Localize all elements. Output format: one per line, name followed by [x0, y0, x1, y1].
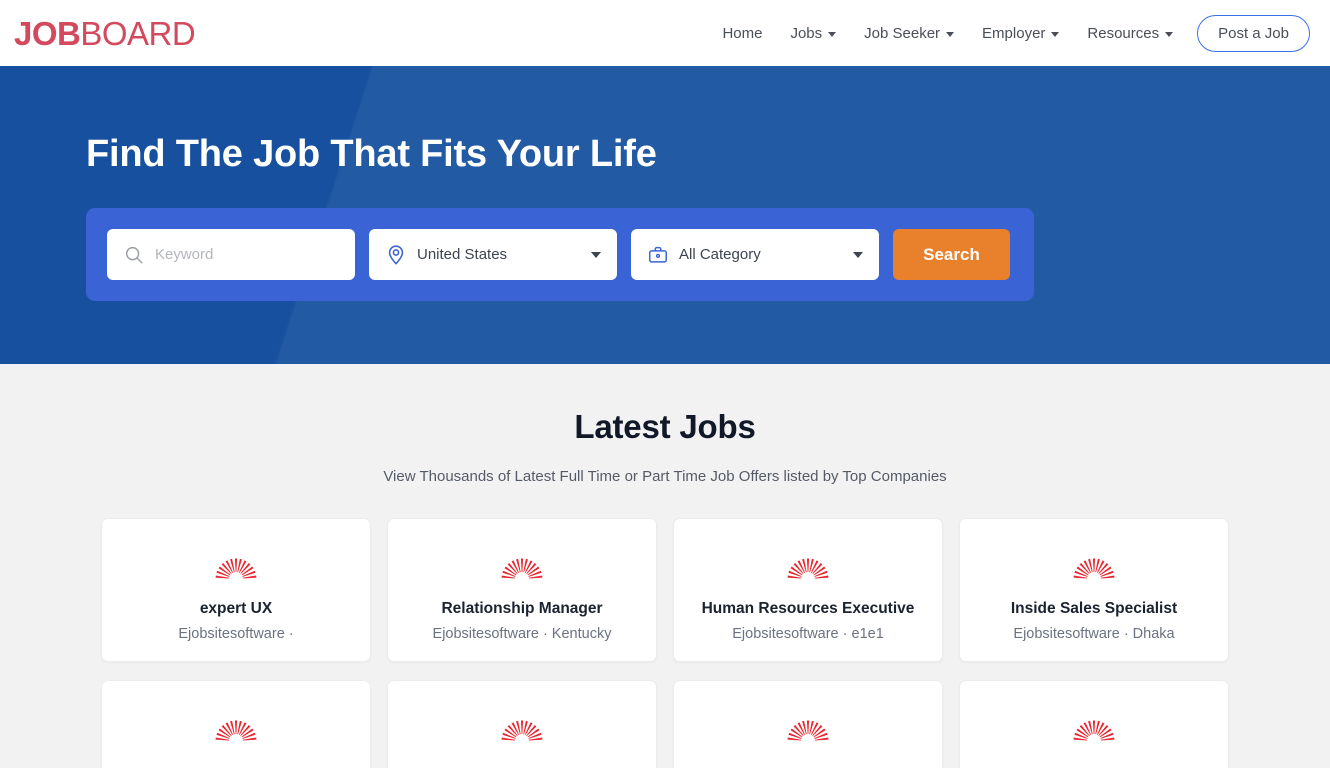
search-button[interactable]: Search	[893, 229, 1010, 280]
nav-item-home[interactable]: Home	[708, 17, 776, 50]
map-pin-icon	[383, 242, 409, 268]
search-keyword-input[interactable]: Keyword	[155, 246, 213, 263]
job-search-panel: Keyword United States All Category Searc…	[86, 208, 1034, 301]
red-fan-logo-icon	[786, 714, 830, 746]
job-card[interactable]	[387, 680, 657, 768]
job-card-meta: Ejobsitesoftware · Kentucky	[432, 626, 612, 642]
nav-label-job-seeker: Job Seeker	[864, 24, 941, 42]
red-fan-logo-icon	[1072, 714, 1116, 746]
logo-text-light: BOARD	[80, 14, 196, 52]
site-header: JOB BOARD Home Jobs Job Seeker Employer R…	[0, 0, 1330, 66]
job-card[interactable]: Relationship Manager Ejobsitesoftware · …	[387, 518, 657, 662]
job-card[interactable]	[673, 680, 943, 768]
search-category-select[interactable]: All Category	[631, 229, 879, 280]
job-card[interactable]: Inside Sales Specialist Ejobsitesoftware…	[959, 518, 1229, 662]
hero-title: Find The Job That Fits Your Life	[86, 133, 657, 175]
job-card[interactable]	[959, 680, 1229, 768]
job-card-title: Inside Sales Specialist	[1010, 600, 1178, 617]
red-fan-logo-icon	[500, 714, 544, 746]
latest-jobs-section: Latest Jobs View Thousands of Latest Ful…	[0, 364, 1330, 768]
chevron-down-icon	[828, 31, 837, 37]
search-location-select[interactable]: United States	[369, 229, 617, 280]
nav-item-employer[interactable]: Employer	[968, 17, 1073, 50]
job-card-title: Human Resources Executive	[701, 600, 915, 617]
job-card[interactable]: expert UX Ejobsitesoftware ·	[101, 518, 371, 662]
post-a-job-button[interactable]: Post a Job	[1197, 14, 1310, 52]
red-fan-logo-icon	[1072, 552, 1116, 584]
nav-item-job-seeker[interactable]: Job Seeker	[850, 17, 968, 50]
nav-item-resources[interactable]: Resources	[1073, 17, 1187, 50]
red-fan-logo-icon	[786, 552, 830, 584]
chevron-down-icon	[946, 31, 955, 37]
chevron-down-icon	[1165, 31, 1174, 37]
nav-label-resources: Resources	[1087, 24, 1160, 42]
search-category-value: All Category	[679, 246, 761, 263]
latest-jobs-subtitle: View Thousands of Latest Full Time or Pa…	[383, 468, 947, 485]
site-logo[interactable]: JOB BOARD	[14, 14, 196, 52]
latest-jobs-title: Latest Jobs	[574, 408, 756, 445]
nav-label-employer: Employer	[982, 24, 1046, 42]
job-card-title: expert UX	[199, 600, 273, 617]
red-fan-logo-icon	[214, 552, 258, 584]
main-navigation: Home Jobs Job Seeker Employer Resources …	[708, 14, 1310, 52]
job-card[interactable]: Human Resources Executive Ejobsitesoftwa…	[673, 518, 943, 662]
nav-item-jobs[interactable]: Jobs	[776, 17, 850, 50]
chevron-down-icon	[591, 251, 601, 258]
job-card[interactable]	[101, 680, 371, 768]
red-fan-logo-icon	[500, 552, 544, 584]
job-card-title: Relationship Manager	[441, 600, 603, 617]
job-cards-grid: expert UX Ejobsitesoftware · Relationshi…	[101, 518, 1229, 768]
nav-label-home: Home	[722, 24, 763, 42]
chevron-down-icon	[1051, 31, 1060, 37]
search-location-value: United States	[417, 246, 508, 263]
briefcase-icon	[645, 242, 671, 268]
job-card-meta: Ejobsitesoftware · Dhaka	[1013, 626, 1175, 642]
job-card-meta: Ejobsitesoftware ·	[178, 626, 294, 642]
red-fan-logo-icon	[214, 714, 258, 746]
search-keyword-field[interactable]: Keyword	[107, 229, 355, 280]
chevron-down-icon	[853, 251, 863, 258]
search-icon	[121, 242, 147, 268]
job-card-meta: Ejobsitesoftware · e1e1	[732, 626, 884, 642]
nav-label-jobs: Jobs	[790, 24, 823, 42]
hero-section: Find The Job That Fits Your Life Keyword	[0, 66, 1330, 364]
logo-text-bold: JOB	[14, 14, 81, 52]
